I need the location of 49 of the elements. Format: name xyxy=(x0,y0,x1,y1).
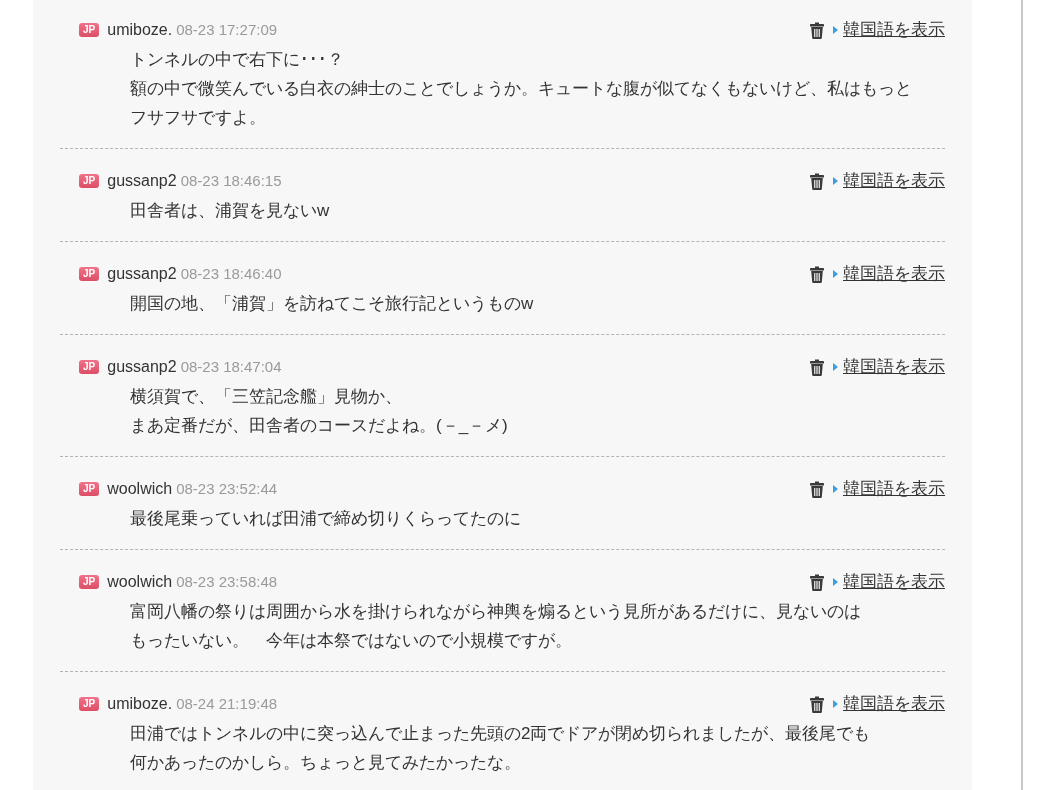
country-badge: JP xyxy=(79,267,100,281)
username: gussanp2 xyxy=(107,171,177,191)
comment-text: 富岡八幡の祭りは周囲から水を掛けられながら神輿を煽るという見所があるだけに、見ないのは もったいない。 今年は本祭ではないので小規模ですが。 xyxy=(130,601,862,652)
timestamp: 08-23 17:27:09 xyxy=(176,19,278,40)
comment-text: トンネルの中で右下に･･･？ 額の中で微笑んでいる白衣の紳士のことでしょうか。キュートな腹が似てなくもないけど、私はもっと フサフサですよ。 xyxy=(130,49,913,129)
timestamp: 08-23 23:52:44 xyxy=(176,478,278,499)
translate-link[interactable]: 韓国語を表示 xyxy=(843,691,945,717)
timestamp: 08-23 23:58:48 xyxy=(176,571,278,592)
timestamp: 08-23 18:46:40 xyxy=(180,263,282,284)
country-badge: JP xyxy=(79,575,100,589)
translate-link[interactable]: 韓国語を表示 xyxy=(843,569,945,595)
translate-link[interactable]: 韓国語を表示 xyxy=(843,17,945,43)
timestamp: 08-24 21:19:48 xyxy=(176,693,278,714)
trash-icon[interactable] xyxy=(810,480,824,498)
translate-link[interactable]: 韓国語を表示 xyxy=(843,354,945,380)
comment-text: 田浦ではトンネルの中に突っ込んで止まった先頭の2両でドアが閉め切られましたが、最後尾でも 何かあったのかしら。ちょっと見てみたかったな。 xyxy=(130,723,872,774)
triangle-icon xyxy=(833,485,838,493)
triangle-icon xyxy=(833,578,838,586)
country-badge: JP xyxy=(79,360,100,374)
comment-text: 最後尾乗っていれば田浦で締め切りくらってたのに xyxy=(130,508,522,530)
trash-icon[interactable] xyxy=(810,358,824,376)
username: umiboze. xyxy=(107,694,173,714)
triangle-icon xyxy=(833,700,838,708)
username: woolwich xyxy=(107,572,173,592)
username: gussanp2 xyxy=(107,264,177,284)
triangle-icon xyxy=(833,26,838,34)
trash-icon[interactable] xyxy=(810,265,824,283)
country-badge: JP xyxy=(79,697,100,711)
username: woolwich xyxy=(107,479,173,499)
country-badge: JP xyxy=(79,174,100,188)
username: gussanp2 xyxy=(107,357,177,377)
country-badge: JP xyxy=(79,23,100,37)
trash-icon[interactable] xyxy=(810,573,824,591)
comment-text: 田舎者は、浦賀を見ないw xyxy=(130,200,331,222)
translate-link[interactable]: 韓国語を表示 xyxy=(843,168,945,194)
username: umiboze. xyxy=(107,20,173,40)
timestamp: 08-23 18:47:04 xyxy=(180,356,282,377)
timestamp: 08-23 18:46:15 xyxy=(180,170,282,191)
trash-icon[interactable] xyxy=(810,21,824,39)
triangle-icon xyxy=(833,363,838,371)
triangle-icon xyxy=(833,270,838,278)
translate-link[interactable]: 韓国語を表示 xyxy=(843,261,945,287)
trash-icon[interactable] xyxy=(810,172,824,190)
comment-text: 開国の地、「浦賀」を訪ねてこそ旅行記というものw xyxy=(130,293,535,315)
triangle-icon xyxy=(833,177,838,185)
trash-icon[interactable] xyxy=(810,695,824,713)
comment-text: 横須賀で、「三笠記念艦」見物か、 まあ定番だが、田舎者のコースだよね。(－_－メ) xyxy=(130,386,509,437)
country-badge: JP xyxy=(79,482,100,496)
translate-link[interactable]: 韓国語を表示 xyxy=(843,476,945,502)
